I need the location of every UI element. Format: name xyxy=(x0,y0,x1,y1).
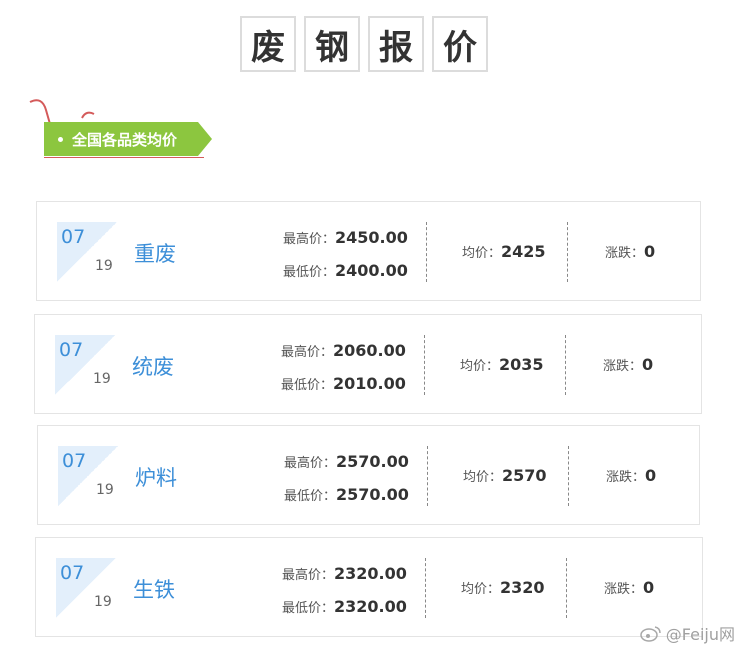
bullet-icon xyxy=(58,136,63,142)
divider xyxy=(426,222,427,282)
low-price: 最低价： 2320.00 xyxy=(282,597,407,616)
weibo-icon xyxy=(640,626,661,642)
price-change: 涨跌： 0 xyxy=(604,578,654,597)
date-month: 07 xyxy=(60,562,85,584)
low-price-value: 2010.00 xyxy=(333,374,406,393)
avg-price-value: 2425 xyxy=(501,242,546,261)
date-month: 07 xyxy=(62,450,87,472)
divider xyxy=(566,558,567,618)
high-price-value: 2450.00 xyxy=(335,228,408,247)
avg-price-value: 2035 xyxy=(499,355,544,374)
watermark: @Feiju网 xyxy=(640,621,735,645)
low-price-label: 最低价： xyxy=(283,265,336,280)
title-char: 钢 xyxy=(304,16,360,72)
item-name: 生铁 xyxy=(133,578,175,602)
item-name: 重废 xyxy=(134,242,176,266)
price-change-label: 涨跌： xyxy=(604,582,644,597)
price-change-label: 涨跌： xyxy=(603,359,643,374)
divider xyxy=(44,157,204,158)
price-card: 07 19 统废 最高价： 2060.00 最低价： 2010.00 均价： 2… xyxy=(34,314,702,414)
page-title: 废 钢 报 价 xyxy=(240,16,488,72)
date-day: 19 xyxy=(94,594,112,610)
price-change-value: 0 xyxy=(642,355,654,374)
avg-price-label: 均价： xyxy=(462,246,502,261)
high-price-value: 2570.00 xyxy=(336,452,409,471)
price-card: 07 19 炉料 最高价： 2570.00 最低价： 2570.00 均价： 2… xyxy=(37,425,700,525)
price-change-label: 涨跌： xyxy=(605,246,645,261)
avg-price-label: 均价： xyxy=(463,470,503,485)
high-price: 最高价： 2060.00 xyxy=(281,341,406,360)
avg-price-value: 2570 xyxy=(502,466,547,485)
high-price: 最高价： 2570.00 xyxy=(284,452,409,471)
date-day: 19 xyxy=(96,482,114,498)
divider xyxy=(565,335,566,395)
high-price-label: 最高价： xyxy=(283,232,336,247)
avg-price-value: 2320 xyxy=(500,578,545,597)
avg-price: 均价： 2320 xyxy=(461,578,545,597)
avg-price: 均价： 2035 xyxy=(460,355,544,374)
high-price-label: 最高价： xyxy=(284,456,337,471)
high-price-value: 2320.00 xyxy=(334,564,407,583)
divider xyxy=(424,335,425,395)
avg-price-label: 均价： xyxy=(460,359,500,374)
date-day: 19 xyxy=(93,371,111,387)
low-price-value: 2320.00 xyxy=(334,597,407,616)
date-day: 19 xyxy=(95,258,113,274)
low-price-label: 最低价： xyxy=(284,489,337,504)
section-tag: 全国各品类均价 xyxy=(44,122,212,156)
title-char: 废 xyxy=(240,16,296,72)
price-change-value: 0 xyxy=(644,242,656,261)
title-char: 价 xyxy=(432,16,488,72)
high-price: 最高价： 2450.00 xyxy=(283,228,408,247)
item-name: 统废 xyxy=(132,355,174,379)
watermark-text: @Feiju网 xyxy=(665,625,735,644)
item-name: 炉料 xyxy=(135,466,177,490)
title-char: 报 xyxy=(368,16,424,72)
price-change: 涨跌： 0 xyxy=(603,355,653,374)
divider xyxy=(567,222,568,282)
avg-price: 均价： 2425 xyxy=(462,242,546,261)
low-price: 最低价： 2010.00 xyxy=(281,374,406,393)
price-change: 涨跌： 0 xyxy=(606,466,656,485)
low-price-label: 最低价： xyxy=(282,601,335,616)
high-price-label: 最高价： xyxy=(281,345,334,360)
date-month: 07 xyxy=(61,226,86,248)
date-month: 07 xyxy=(59,339,84,361)
price-change-value: 0 xyxy=(645,466,657,485)
low-price: 最低价： 2570.00 xyxy=(284,485,409,504)
low-price-value: 2570.00 xyxy=(336,485,409,504)
high-price-label: 最高价： xyxy=(282,568,335,583)
low-price-value: 2400.00 xyxy=(335,261,408,280)
price-change-value: 0 xyxy=(643,578,655,597)
divider xyxy=(568,446,569,506)
price-card: 07 19 生铁 最高价： 2320.00 最低价： 2320.00 均价： 2… xyxy=(35,537,703,637)
price-card: 07 19 重废 最高价： 2450.00 最低价： 2400.00 均价： 2… xyxy=(36,201,701,301)
low-price: 最低价： 2400.00 xyxy=(283,261,408,280)
avg-price: 均价： 2570 xyxy=(463,466,547,485)
price-change-label: 涨跌： xyxy=(606,470,646,485)
price-change: 涨跌： 0 xyxy=(605,242,655,261)
section-tag-label: 全国各品类均价 xyxy=(72,130,178,149)
high-price-value: 2060.00 xyxy=(333,341,406,360)
divider xyxy=(425,558,426,618)
divider xyxy=(427,446,428,506)
avg-price-label: 均价： xyxy=(461,582,501,597)
high-price: 最高价： 2320.00 xyxy=(282,564,407,583)
low-price-label: 最低价： xyxy=(281,378,334,393)
